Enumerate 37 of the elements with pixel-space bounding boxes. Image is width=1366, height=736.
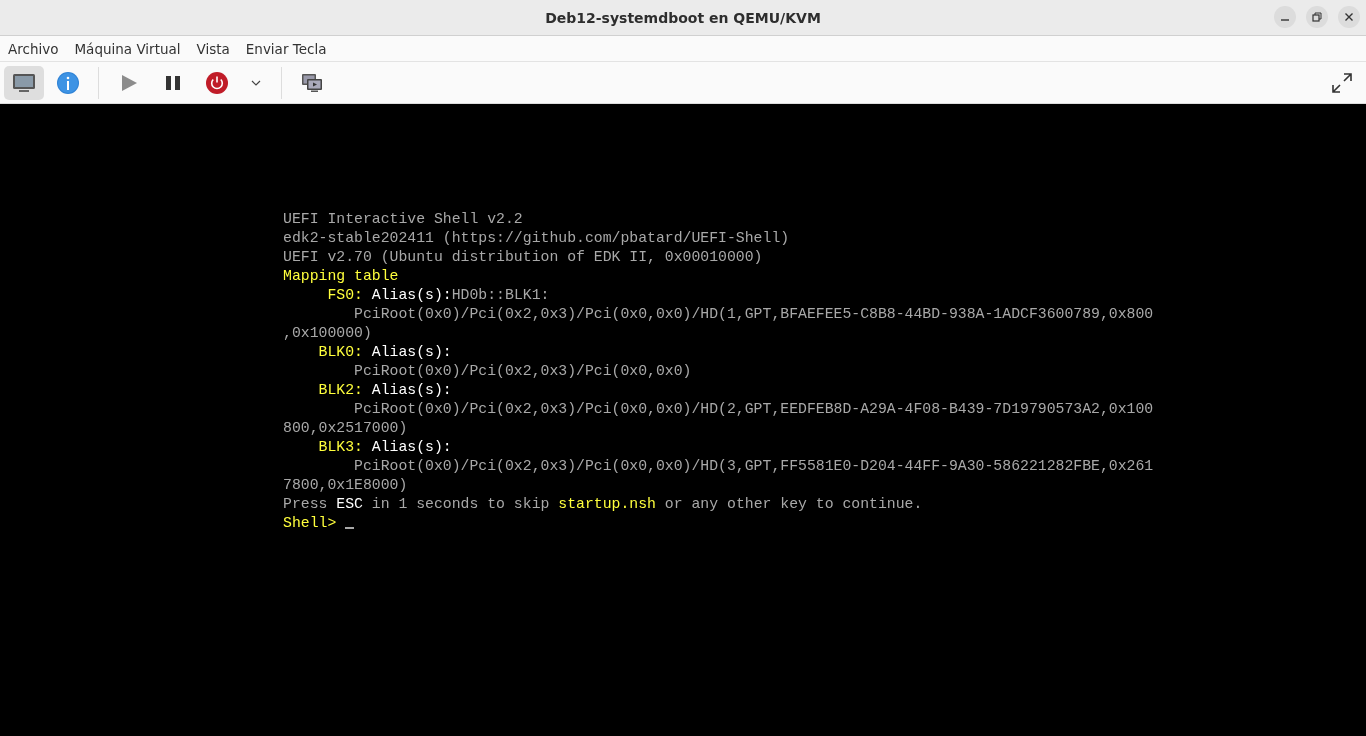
console-line: FS0: Alias(s):HD0b::BLK1: bbox=[326, 286, 551, 305]
window-title: Deb12-systemdboot en QEMU/KVM bbox=[545, 9, 821, 26]
play-icon bbox=[120, 73, 138, 92]
console-line: ,0x100000) bbox=[283, 324, 373, 343]
menu-item[interactable]: Máquina Virtual bbox=[74, 40, 181, 57]
menu-item[interactable]: Vista bbox=[196, 40, 230, 57]
expand-icon bbox=[1331, 71, 1353, 94]
console-line: BLK0: Alias(s): bbox=[317, 343, 453, 362]
menu-item[interactable]: Enviar Tecla bbox=[245, 40, 327, 57]
info-icon bbox=[56, 70, 80, 95]
power-icon bbox=[206, 71, 228, 94]
console-line: PciRoot(0x0)/Pci(0x2,0x3)/Pci(0x0,0x0)/HD(1,GPT,BFAEFEE5-C8B8-44BD-938A-1ADCF3600789,0x800 bbox=[353, 305, 1155, 324]
monitor-icon bbox=[12, 71, 36, 94]
console-line: Mapping table bbox=[283, 267, 400, 286]
console-line: 800,0x2517000) bbox=[283, 419, 409, 438]
console-line: 7800,0x1E8000) bbox=[283, 476, 409, 495]
console-line: PciRoot(0x0)/Pci(0x2,0x3)/Pci(0x0,0x0)/HD(3,GPT,FF5581E0-D204-44FF-9A30-586221282FBE,0x261 bbox=[353, 457, 1155, 476]
console-line: BLK3: Alias(s): bbox=[317, 438, 453, 457]
restore-button[interactable] bbox=[1306, 6, 1328, 28]
console-line: Shell> bbox=[283, 514, 1366, 533]
minimize-button[interactable] bbox=[1274, 6, 1296, 28]
console-line: UEFI Interactive Shell v2.2 bbox=[283, 210, 524, 229]
close-button[interactable] bbox=[1338, 6, 1360, 28]
screens-icon bbox=[301, 72, 323, 93]
console-line: UEFI v2.70 (Ubuntu distribution of EDK II, 0x00010000) bbox=[283, 248, 764, 267]
console-line: PciRoot(0x0)/Pci(0x2,0x3)/Pci(0x0,0x0)/HD(2,GPT,EEDFEB8D-A29A-4F08-B439-7D19790573A2,0x100 bbox=[353, 400, 1155, 419]
restore-icon bbox=[1311, 11, 1323, 23]
pause-icon bbox=[165, 74, 181, 91]
minimize-icon bbox=[1281, 19, 1289, 21]
console-line: Press ESC in 1 seconds to skip startup.nsh or any other key to continue. bbox=[283, 495, 924, 514]
console-line: PciRoot(0x0)/Pci(0x2,0x3)/Pci(0x0,0x0) bbox=[353, 362, 693, 381]
close-icon bbox=[1343, 11, 1355, 23]
caret-icon bbox=[251, 79, 261, 86]
menu-item[interactable]: Archivo bbox=[8, 40, 59, 57]
console-line: BLK2: Alias(s): bbox=[317, 381, 453, 400]
console-button[interactable] bbox=[4, 65, 44, 100]
console-line: edk2-stable202411 (https://github.com/pbatard/UEFI-Shell) bbox=[283, 229, 791, 248]
